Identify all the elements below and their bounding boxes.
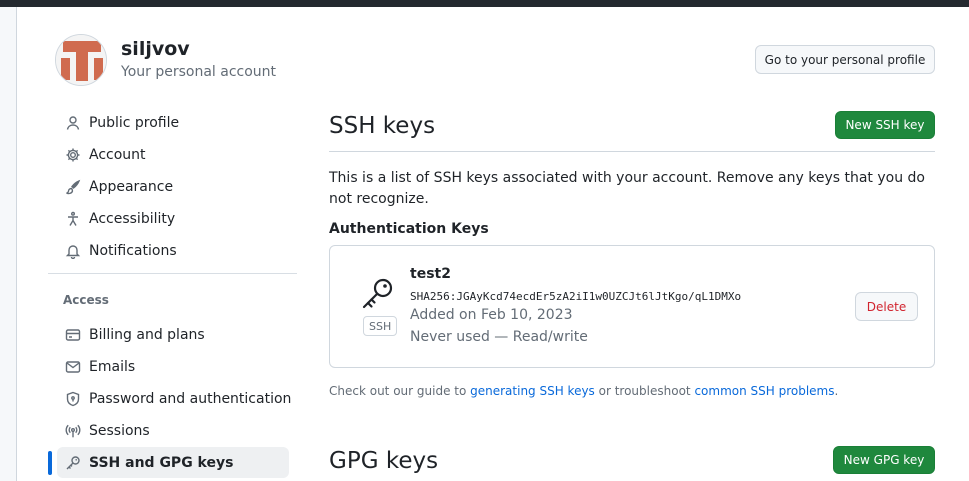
accessibility-icon	[65, 211, 81, 227]
common-ssh-problems-link[interactable]: common SSH problems	[694, 384, 834, 398]
sidebar-item-account[interactable]: Account	[57, 139, 289, 170]
bell-icon	[65, 243, 81, 259]
user-subtitle: Your personal account	[121, 64, 277, 80]
ssh-description: This is a list of SSH keys associated wi…	[329, 170, 925, 207]
left-edge-panel	[0, 7, 17, 481]
key-icon	[360, 276, 396, 312]
sidebar-item-billing[interactable]: Billing and plans	[57, 319, 289, 350]
paintbrush-icon	[65, 179, 81, 195]
sidebar-item-label: SSH and GPG keys	[89, 454, 234, 471]
generating-ssh-keys-link[interactable]: generating SSH keys	[470, 384, 595, 398]
sidebar-item-label: Billing and plans	[89, 326, 205, 343]
authentication-keys-heading: Authentication Keys	[329, 221, 489, 237]
active-indicator	[48, 451, 52, 475]
sidebar-item-notifications[interactable]: Notifications	[57, 235, 289, 266]
sidebar-item-label: Appearance	[89, 178, 174, 195]
sidebar-divider	[48, 273, 297, 274]
credit-card-icon	[65, 327, 81, 343]
section-divider	[329, 151, 935, 152]
sidebar-item-label: Sessions	[89, 422, 150, 439]
sidebar-heading-access: Access	[63, 293, 109, 307]
sidebar-item-public-profile[interactable]: Public profile	[57, 107, 289, 138]
sidebar-item-appearance[interactable]: Appearance	[57, 171, 289, 202]
gear-icon	[65, 147, 81, 163]
mail-icon	[65, 359, 81, 375]
help-prefix: Check out our guide to	[329, 384, 471, 398]
sidebar-item-label: Public profile	[89, 114, 180, 131]
key-title: test2	[410, 266, 451, 282]
key-usage: Never used — Read/write	[410, 329, 588, 345]
identicon	[56, 35, 106, 85]
sidebar-item-ssh-gpg-keys[interactable]: SSH and GPG keys	[57, 447, 289, 478]
ssh-badge: SSH	[363, 316, 398, 336]
key-added-date: Added on Feb 10, 2023	[410, 307, 573, 323]
new-ssh-key-button[interactable]: New SSH key	[835, 111, 935, 139]
sidebar-item-label: Emails	[89, 358, 136, 375]
sidebar-item-sessions[interactable]: Sessions	[57, 415, 289, 446]
help-middle: or troubleshoot	[594, 384, 695, 398]
ssh-key-item: SSH test2 SHA256:JGAyKcd74ecdEr5zA2iI1w0…	[329, 245, 935, 368]
top-bar	[0, 0, 969, 7]
sidebar-item-emails[interactable]: Emails	[57, 351, 289, 382]
go-to-profile-button[interactable]: Go to your personal profile	[755, 45, 935, 74]
broadcast-icon	[65, 423, 81, 439]
sidebar-item-password-authentication[interactable]: Password and authentication	[57, 383, 292, 414]
help-suffix: .	[834, 384, 839, 398]
avatar[interactable]	[55, 34, 107, 86]
delete-key-button[interactable]: Delete	[855, 292, 918, 321]
user-name: siljvov	[121, 38, 190, 60]
ssh-help-text: Check out our guide to generating SSH ke…	[329, 384, 838, 398]
gpg-keys-title: GPG keys	[329, 448, 439, 474]
shield-lock-icon	[65, 391, 81, 407]
sidebar-item-label: Accessibility	[89, 210, 176, 227]
key-icon	[65, 455, 81, 471]
person-icon	[65, 115, 81, 131]
ssh-keys-title: SSH keys	[329, 113, 436, 139]
key-fingerprint: SHA256:JGAyKcd74ecdEr5zA2iI1w0UZCJt6lJtK…	[410, 290, 742, 303]
sidebar-item-label: Notifications	[89, 242, 177, 259]
new-gpg-key-button[interactable]: New GPG key	[833, 446, 935, 474]
sidebar-item-label: Password and authentication	[89, 390, 292, 407]
sidebar-item-label: Account	[89, 146, 146, 163]
sidebar-item-accessibility[interactable]: Accessibility	[57, 203, 289, 234]
